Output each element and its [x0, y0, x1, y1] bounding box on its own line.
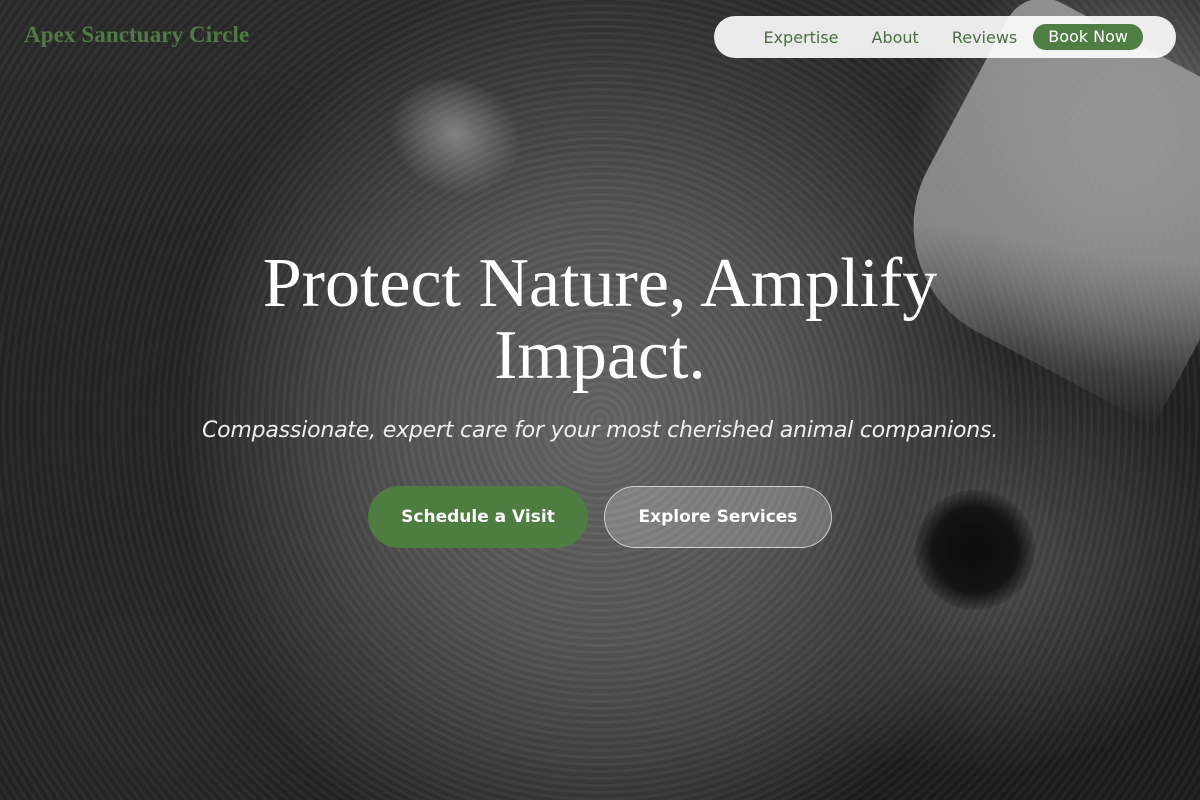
hero-section: Protect Nature, Amplify Impact. Compassi… [0, 248, 1200, 548]
book-now-button[interactable]: Book Now [1033, 24, 1143, 50]
nav-item-about[interactable]: About [872, 28, 919, 47]
hero-actions: Schedule a Visit Explore Services [0, 486, 1200, 548]
hero-subtitle: Compassionate, expert care for your most… [201, 418, 999, 443]
explore-services-button[interactable]: Explore Services [604, 486, 832, 548]
brand-logo[interactable]: Apex Sanctuary Circle [24, 22, 249, 48]
hero-title: Protect Nature, Amplify Impact. [262, 245, 938, 394]
nav-item-reviews[interactable]: Reviews [952, 28, 1017, 47]
main-nav: Expertise About Reviews Book Now [714, 16, 1176, 58]
nav-item-expertise[interactable]: Expertise [763, 28, 838, 47]
schedule-visit-button[interactable]: Schedule a Visit [368, 486, 588, 548]
